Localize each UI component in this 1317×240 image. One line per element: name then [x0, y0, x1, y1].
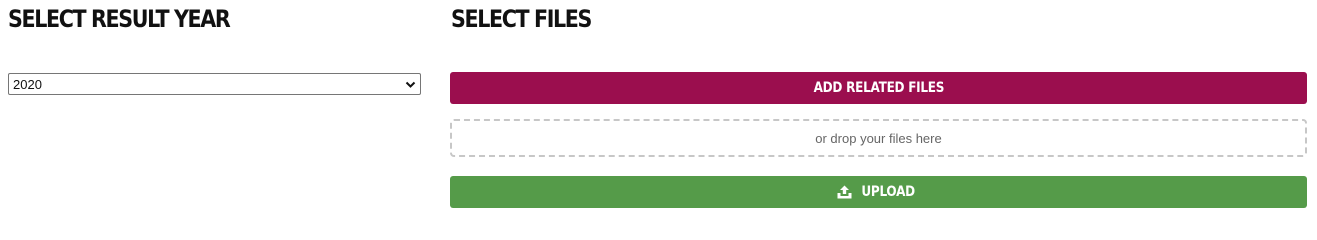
select-files-heading: SELECT FILES [451, 5, 592, 33]
select-result-year-heading: SELECT RESULT YEAR [8, 5, 231, 33]
add-related-files-button[interactable]: ADD RELATED FILES [450, 72, 1307, 104]
file-dropzone[interactable]: or drop your files here [450, 119, 1307, 157]
upload-button[interactable]: UPLOAD [450, 176, 1307, 208]
result-year-select[interactable]: 2020 [8, 73, 421, 95]
chevron-down-icon [405, 81, 416, 88]
dropzone-text: or drop your files here [815, 130, 942, 146]
upload-icon [837, 185, 852, 199]
result-year-selected-value: 2020 [13, 76, 42, 92]
add-related-files-label: ADD RELATED FILES [813, 80, 944, 96]
upload-label: UPLOAD [861, 184, 916, 200]
